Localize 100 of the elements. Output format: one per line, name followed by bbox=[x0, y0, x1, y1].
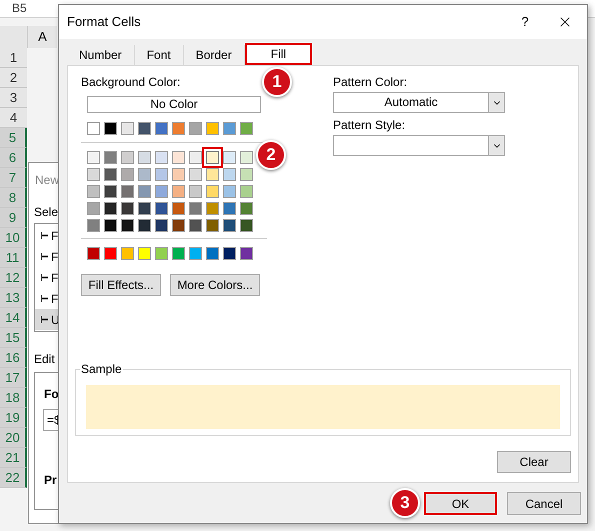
color-swatch[interactable] bbox=[138, 202, 151, 215]
row-header[interactable]: 11 bbox=[0, 248, 27, 268]
row-header[interactable]: 5 bbox=[0, 128, 27, 148]
color-swatch[interactable] bbox=[155, 247, 168, 260]
row-header[interactable]: 10 bbox=[0, 228, 27, 248]
dialog-button[interactable]: Cancel bbox=[507, 492, 581, 515]
color-swatch[interactable] bbox=[240, 185, 253, 198]
row-header[interactable]: 20 bbox=[0, 428, 27, 448]
color-swatch[interactable] bbox=[121, 247, 134, 260]
color-swatch[interactable] bbox=[121, 185, 134, 198]
color-swatch[interactable] bbox=[189, 185, 202, 198]
color-swatch[interactable] bbox=[138, 247, 151, 260]
color-swatch[interactable] bbox=[240, 168, 253, 181]
row-header[interactable]: 16 bbox=[0, 348, 27, 368]
color-swatch[interactable] bbox=[240, 247, 253, 260]
color-swatch[interactable] bbox=[87, 151, 100, 164]
color-swatch[interactable] bbox=[189, 151, 202, 164]
row-header[interactable]: 13 bbox=[0, 288, 27, 308]
color-swatch[interactable] bbox=[87, 185, 100, 198]
color-swatch[interactable] bbox=[104, 122, 117, 135]
color-swatch[interactable] bbox=[172, 219, 185, 232]
color-swatch[interactable] bbox=[172, 247, 185, 260]
color-swatch[interactable] bbox=[121, 168, 134, 181]
row-header[interactable]: 3 bbox=[0, 88, 27, 108]
color-swatch[interactable] bbox=[172, 168, 185, 181]
color-swatch[interactable] bbox=[223, 219, 236, 232]
color-swatch[interactable] bbox=[138, 219, 151, 232]
color-swatch[interactable] bbox=[104, 185, 117, 198]
tab[interactable]: Fill bbox=[244, 43, 312, 65]
row-header[interactable]: 14 bbox=[0, 308, 27, 328]
color-swatch[interactable] bbox=[189, 168, 202, 181]
row-header[interactable]: 19 bbox=[0, 408, 27, 428]
color-swatch[interactable] bbox=[138, 168, 151, 181]
row-header[interactable]: 6 bbox=[0, 148, 27, 168]
color-swatch[interactable] bbox=[206, 247, 219, 260]
row-header[interactable]: 21 bbox=[0, 448, 27, 468]
color-swatch[interactable] bbox=[172, 185, 185, 198]
color-swatch[interactable] bbox=[104, 168, 117, 181]
color-swatch[interactable] bbox=[223, 168, 236, 181]
color-swatch[interactable] bbox=[223, 122, 236, 135]
color-swatch[interactable] bbox=[121, 151, 134, 164]
color-swatch[interactable] bbox=[121, 122, 134, 135]
color-swatch[interactable] bbox=[138, 185, 151, 198]
row-header[interactable]: 1 bbox=[0, 48, 27, 68]
rule-item[interactable]: F bbox=[35, 225, 73, 246]
color-swatch[interactable] bbox=[189, 219, 202, 232]
pattern-color-dropdown[interactable]: Automatic bbox=[333, 92, 505, 113]
row-header[interactable]: 22 bbox=[0, 468, 27, 488]
color-swatch[interactable] bbox=[172, 151, 185, 164]
color-swatch[interactable] bbox=[240, 219, 253, 232]
color-swatch[interactable] bbox=[172, 202, 185, 215]
color-swatch[interactable] bbox=[206, 219, 219, 232]
row-header[interactable]: 17 bbox=[0, 368, 27, 388]
color-swatch[interactable] bbox=[189, 122, 202, 135]
color-swatch[interactable] bbox=[104, 219, 117, 232]
color-swatch[interactable] bbox=[138, 151, 151, 164]
color-swatch[interactable] bbox=[104, 151, 117, 164]
color-swatch[interactable] bbox=[206, 168, 219, 181]
column-header[interactable]: A bbox=[27, 26, 57, 48]
more-colors-button[interactable]: More Colors... bbox=[170, 274, 260, 296]
row-header[interactable]: 12 bbox=[0, 268, 27, 288]
color-swatch[interactable] bbox=[240, 202, 253, 215]
color-swatch[interactable] bbox=[121, 202, 134, 215]
color-swatch[interactable] bbox=[206, 202, 219, 215]
rule-item[interactable]: F bbox=[35, 288, 73, 309]
color-swatch[interactable] bbox=[104, 202, 117, 215]
color-swatch[interactable] bbox=[189, 202, 202, 215]
color-swatch[interactable] bbox=[87, 168, 100, 181]
color-swatch[interactable] bbox=[87, 247, 100, 260]
color-swatch[interactable] bbox=[155, 168, 168, 181]
color-swatch[interactable] bbox=[206, 122, 219, 135]
fill-effects-button[interactable]: Fill Effects... bbox=[81, 274, 161, 296]
row-header[interactable]: 2 bbox=[0, 68, 27, 88]
color-swatch[interactable] bbox=[104, 247, 117, 260]
rule-item[interactable]: F bbox=[35, 267, 73, 288]
color-swatch[interactable] bbox=[87, 122, 100, 135]
row-header[interactable]: 8 bbox=[0, 188, 27, 208]
color-swatch[interactable] bbox=[121, 219, 134, 232]
color-swatch[interactable] bbox=[155, 151, 168, 164]
color-swatch[interactable] bbox=[223, 151, 236, 164]
rule-item[interactable]: F bbox=[35, 246, 73, 267]
pattern-style-dropdown[interactable] bbox=[333, 135, 505, 156]
color-swatch[interactable] bbox=[240, 122, 253, 135]
color-swatch[interactable] bbox=[138, 122, 151, 135]
row-header[interactable]: 4 bbox=[0, 108, 27, 128]
color-swatch[interactable] bbox=[172, 122, 185, 135]
color-swatch[interactable] bbox=[87, 202, 100, 215]
color-swatch[interactable] bbox=[223, 247, 236, 260]
color-swatch[interactable] bbox=[223, 185, 236, 198]
color-swatch[interactable] bbox=[189, 247, 202, 260]
row-header[interactable]: 7 bbox=[0, 168, 27, 188]
clear-button[interactable]: Clear bbox=[497, 451, 571, 473]
row-header[interactable]: 18 bbox=[0, 388, 27, 408]
dialog-button[interactable]: OK bbox=[424, 492, 497, 515]
color-swatch[interactable] bbox=[223, 202, 236, 215]
color-swatch[interactable] bbox=[155, 202, 168, 215]
select-all-corner[interactable] bbox=[0, 26, 27, 48]
no-color-button[interactable]: No Color bbox=[87, 96, 261, 113]
color-swatch[interactable] bbox=[206, 185, 219, 198]
row-header[interactable]: 15 bbox=[0, 328, 27, 348]
